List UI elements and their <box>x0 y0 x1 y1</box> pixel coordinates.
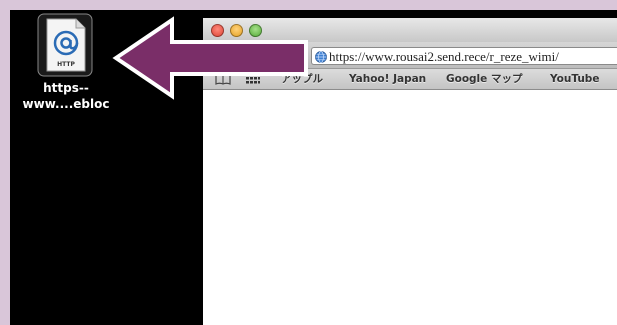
left-arrow-icon <box>112 16 308 100</box>
